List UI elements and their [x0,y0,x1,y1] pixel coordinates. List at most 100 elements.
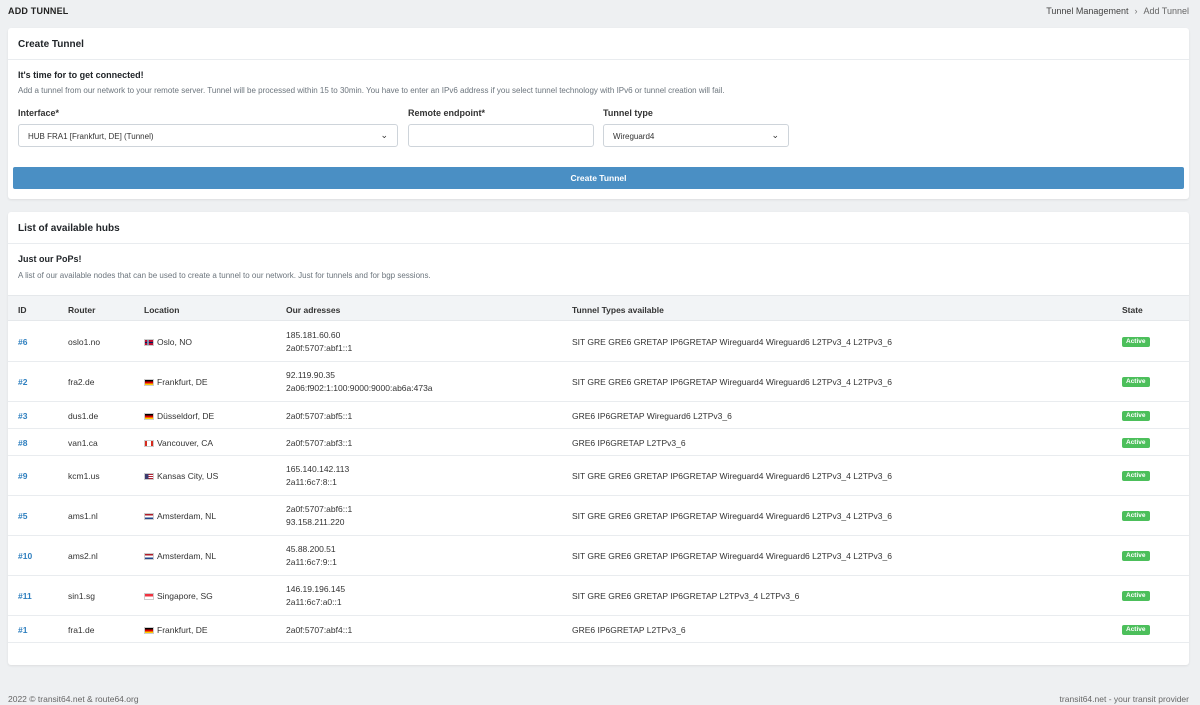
location-label: Frankfurt, DE [157,377,208,387]
hubs-card: List of available hubs Just our PoPs! A … [8,212,1189,665]
chevron-right-icon: › [1134,6,1138,16]
hub-id-link[interactable]: #10 [18,551,32,561]
addresses: 2a0f:5707:abf4::1 [286,624,352,637]
location: Amsterdam, NL [144,551,216,561]
location-label: Amsterdam, NL [157,551,217,561]
location: Oslo, NO [144,337,192,347]
table-header: ID Router Location Our adresses Tunnel T… [8,295,1189,321]
column-header-addresses: Our adresses [286,305,341,315]
location-label: Amsterdam, NL [157,511,217,521]
interface-select[interactable]: HUB FRA1 [Frankfurt, DE] (Tunnel) ⌄ [18,124,398,147]
address-secondary: 2a11:6c7:9::1 [286,557,337,567]
hub-id-link[interactable]: #9 [18,471,27,481]
tunnel-type-select[interactable]: Wireguard4 ⌄ [603,124,789,147]
flag-no-icon [144,339,154,346]
hub-id-link[interactable]: #8 [18,438,27,448]
location: Singapore, SG [144,591,213,601]
hub-id-link[interactable]: #11 [18,591,32,601]
create-description: Add a tunnel from our network to your re… [18,86,725,95]
location-label: Kansas City, US [157,471,219,481]
addresses: 185.181.60.60 2a0f:5707:abf1::1 [286,329,352,355]
footer-tagline: transit64.net - your transit provider [1059,694,1189,704]
router-name: ams1.nl [68,511,98,521]
router-name: dus1.de [68,410,99,421]
address-secondary: 2a06:f902:1:100:9000:9000:ab6a:473a [286,383,433,393]
location-label: Vancouver, CA [157,437,214,448]
table-row: #6 oslo1.no Oslo, NO 185.181.60.60 2a0f:5707… [8,322,1189,362]
hub-id-link[interactable]: #3 [18,411,27,421]
flag-nl-icon [144,553,154,560]
interface-value: HUB FRA1 [Frankfurt, DE] (Tunnel) [28,132,154,141]
table-row: #1 fra1.de Frankfurt, DE 2a0f:5707:abf4::1 G… [8,616,1189,643]
table-row: #11 sin1.sg Singapore, SG 146.19.196.145 2a1… [8,576,1189,616]
flag-us-icon [144,473,154,480]
hub-id-link[interactable]: #2 [18,377,27,387]
tunnel-types: SIT GRE GRE6 GRETAP IP6GRETAP L2TPv3_4 L… [572,591,800,601]
flag-de-icon [144,412,154,420]
router-name: fra2.de [68,377,95,387]
flag-ca-icon [144,439,154,447]
remote-endpoint-input[interactable] [408,124,594,147]
breadcrumb: Tunnel Management › Add Tunnel [1046,6,1189,16]
top-bar: ADD TUNNEL Tunnel Management › Add Tunnel [0,0,1200,22]
chevron-down-icon: ⌄ [771,130,779,140]
column-header-router: Router [68,305,96,315]
table-row: #3 dus1.de Düsseldorf, DE 2a0f:5707:abf5::1… [8,402,1189,429]
address-primary: 146.19.196.145 [286,584,346,594]
status-badge: Active [1122,337,1150,347]
hubs-description: A list of our available nodes that can b… [18,271,431,280]
tunnel-types: SIT GRE GRE6 GRETAP IP6GRETAP Wireguard4… [572,471,892,481]
location-label: Singapore, SG [157,591,213,601]
addresses: 2a0f:5707:abf6::1 93.158.211.220 [286,503,352,529]
address-secondary: 2a11:6c7:a0::1 [286,597,342,607]
tunnel-types: SIT GRE GRE6 GRETAP IP6GRETAP Wireguard4… [572,551,892,561]
address-primary: 185.181.60.60 [286,330,341,340]
create-tunnel-title: Create Tunnel [8,28,1189,60]
addresses: 92.119.90.35 2a06:f902:1:100:9000:9000:ab… [286,369,433,395]
table-row: #8 van1.ca Vancouver, CA 2a0f:5707:abf3::1 G… [8,429,1189,456]
addresses: 2a0f:5707:abf3::1 [286,437,352,450]
tunnel-type-label: Tunnel type [603,108,653,118]
column-header-location: Location [144,305,180,315]
address-primary: 92.119.90.35 [286,370,335,380]
router-name: fra1.de [68,624,95,635]
breadcrumb-add-tunnel: Add Tunnel [1143,6,1189,16]
hubs-title: List of available hubs [8,212,1189,244]
status-badge: Active [1122,437,1150,448]
page-title: ADD TUNNEL [8,6,69,16]
router-name: kcm1.us [68,471,100,481]
breadcrumb-tunnel-management[interactable]: Tunnel Management [1046,6,1128,16]
flag-de-icon [144,379,154,386]
tunnel-types: SIT GRE GRE6 GRETAP IP6GRETAP Wireguard4… [572,377,892,387]
tunnel-types: SIT GRE GRE6 GRETAP IP6GRETAP Wireguard4… [572,511,892,521]
flag-de-icon [144,626,154,634]
hub-id-link[interactable]: #5 [18,511,27,521]
table-row: #10 ams2.nl Amsterdam, NL 45.88.200.51 2a11:… [8,536,1189,576]
status-badge: Active [1122,511,1150,521]
endpoint-label: Remote endpoint* [408,108,486,118]
location: Kansas City, US [144,471,218,481]
addresses: 2a0f:5707:abf5::1 [286,410,352,423]
column-header-id: ID [18,305,27,315]
location-label: Oslo, NO [157,337,192,347]
hub-id-link[interactable]: #1 [18,625,27,635]
tunnel-types: GRE6 IP6GRETAP L2TPv3_6 [572,437,686,448]
tunnel-types: GRE6 IP6GRETAP L2TPv3_6 [572,624,686,635]
address-secondary: 2a11:6c7:8::1 [286,477,337,487]
location-label: Düsseldorf, DE [157,410,215,421]
status-badge: Active [1122,471,1150,481]
location: Frankfurt, DE [144,377,208,387]
chevron-down-icon: ⌄ [380,130,388,140]
column-header-state: State [1122,305,1143,315]
location: Amsterdam, NL [144,511,216,521]
status-badge: Active [1122,377,1150,387]
status-badge: Active [1122,410,1150,421]
create-tunnel-button[interactable]: Create Tunnel [13,167,1184,189]
table-row: #9 kcm1.us Kansas City, US 165.140.142.113 2… [8,456,1189,496]
location: Frankfurt, DE [144,625,208,635]
address-primary: 2a0f:5707:abf3::1 [286,437,353,448]
tunnel-type-value: Wireguard4 [613,132,655,141]
table-row: #2 fra2.de Frankfurt, DE 92.119.90.35 2a06:f… [8,362,1189,402]
hub-id-link[interactable]: #6 [18,337,27,347]
address-primary: 2a0f:5707:abf6::1 [286,504,353,514]
